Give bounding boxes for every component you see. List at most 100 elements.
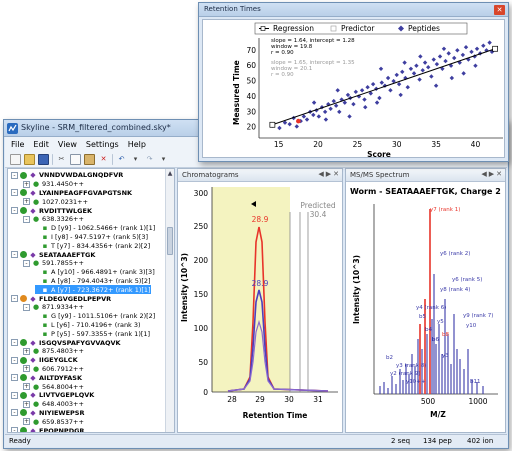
scroll-up-icon[interactable]: ▲ <box>166 169 174 178</box>
sequence-tree[interactable]: - ◆ VNNDVWDALGNQDFVR + ● 931.4450++ - ◆ LYAINPEA… <box>7 168 175 433</box>
tree-transition-node[interactable]: ▪ P [y5] - 597.3355+ (rank 1)[1] <box>35 329 150 338</box>
collapse-icon[interactable]: - <box>11 295 18 303</box>
pane-prev-icon[interactable]: ◀ <box>481 170 486 178</box>
tree-precursor-node[interactable]: - ● 638.3326++ <box>23 215 84 224</box>
peptide-point <box>335 88 340 93</box>
tree-precursor-node[interactable]: + ● 1027.0231++ <box>23 197 88 206</box>
tree-peptide-node[interactable]: - ◆ FLDEGVGEDLPEPVR <box>11 294 111 303</box>
expand-icon[interactable]: + <box>23 347 30 355</box>
tree-precursor-node[interactable]: + ● 659.8537++ <box>23 417 84 426</box>
undo-icon[interactable]: ↶ <box>116 154 127 165</box>
cut-icon[interactable]: ✂ <box>56 154 67 165</box>
collapse-icon[interactable]: - <box>23 303 30 311</box>
peptide-point <box>429 74 434 79</box>
expand-icon[interactable]: + <box>23 400 30 408</box>
tree-transition-node[interactable]: ▪ G [y9] - 1011.5106+ (rank 2)[2] <box>35 312 156 321</box>
rt-plot-area[interactable]: Regression Predictor Peptides slope = 1.… <box>202 19 505 159</box>
transition-icon: ▪ <box>42 241 48 250</box>
tree-transition-node[interactable]: ▪ L [y6] - 710.4196+ (rank 3) <box>35 321 141 330</box>
rt-peptide-points <box>270 40 495 131</box>
tree-transition-node[interactable]: ▪ I [y8] - 947.5197+ (rank 5)[3] <box>35 233 148 242</box>
menu-edit[interactable]: Edit <box>33 140 49 149</box>
save-icon[interactable] <box>38 153 49 165</box>
collapse-icon[interactable]: - <box>11 356 18 364</box>
redo-icon[interactable]: ↷ <box>144 154 155 165</box>
scroll-thumb[interactable] <box>167 227 173 255</box>
tree-peptide-node[interactable]: - ◆ LYAINPEAGFFGVAPGTSNK <box>11 189 132 198</box>
menu-file[interactable]: File <box>11 140 24 149</box>
new-document-icon[interactable] <box>10 153 21 165</box>
peak-label-blue: 28.9 <box>252 279 269 288</box>
collapse-icon[interactable]: - <box>11 427 18 432</box>
tree-peptide-node[interactable]: - ◆ AILTDYFASK <box>11 373 82 382</box>
chromatogram-header: Chromatograms ◀ ▶ ✕ <box>178 169 342 182</box>
tree-precursor-node[interactable]: + ● 606.7912++ <box>23 365 84 374</box>
tree-peptide-node[interactable]: - ◆ ISGQVSPAFYGVVAQVK <box>11 338 121 347</box>
expand-icon[interactable]: + <box>23 365 30 373</box>
tree-node-label: A [y10] - 966.4891+ (rank 3)[3] <box>51 268 155 277</box>
chromatogram-pane[interactable]: Chromatograms ◀ ▶ ✕ 300 250 200 150 100 … <box>177 168 343 433</box>
peptide-status-icon <box>20 427 27 432</box>
collapse-icon[interactable]: - <box>11 207 18 215</box>
collapse-icon[interactable]: - <box>23 259 30 267</box>
menu-view[interactable]: View <box>58 140 77 149</box>
paste-icon[interactable] <box>84 153 95 165</box>
collapse-icon[interactable]: - <box>11 251 18 259</box>
rt-title-bar[interactable]: Retention Times ✕ <box>199 3 508 17</box>
collapse-icon[interactable]: - <box>11 339 18 347</box>
collapse-icon[interactable]: - <box>11 409 18 417</box>
peptide-point <box>443 58 448 64</box>
tree-transition-node[interactable]: ▪ A [y8] - 794.4043+ (rank 5)[2] <box>35 277 151 286</box>
expand-icon[interactable]: + <box>23 180 30 188</box>
menu-help[interactable]: Help <box>128 140 146 149</box>
separator-icon <box>52 153 53 165</box>
tree-transition-node[interactable]: ▪ D [y9] - 1062.5466+ (rank 1)[1] <box>35 224 156 233</box>
rt-close-button[interactable]: ✕ <box>494 5 505 15</box>
delete-icon[interactable]: ✕ <box>98 154 109 165</box>
tree-transition-node[interactable]: ▪ A [y10] - 966.4891+ (rank 3)[3] <box>35 268 155 277</box>
pane-close-icon[interactable]: ✕ <box>496 170 502 178</box>
peptide-point <box>362 97 367 102</box>
rt-x-ticks: 15 20 25 30 35 40 <box>274 140 481 149</box>
tree-node-label: LIVTVGEPLQVK <box>39 391 95 400</box>
tree-precursor-node[interactable]: + ● 564.8004++ <box>23 382 84 391</box>
tree-peptide-node[interactable]: - ◆ SEATAAAEFTGK <box>11 250 95 259</box>
pane-prev-icon[interactable]: ◀ <box>318 170 323 178</box>
pane-next-icon[interactable]: ▶ <box>489 170 494 178</box>
tree-node-label: 591.7855++ <box>42 259 84 268</box>
expand-icon[interactable]: + <box>23 418 30 426</box>
tree-node-label: A [y7] - 723.3672+ (rank 1)[1] <box>51 285 151 294</box>
tree-peptide-node[interactable]: - ◆ VNNDVWDALGNQDFVR <box>11 171 123 180</box>
tree-precursor-node[interactable]: - ● 591.7855++ <box>23 259 84 268</box>
expand-icon[interactable]: + <box>23 198 30 206</box>
tree-peptide-node[interactable]: - ◆ NIYIEWEPSR <box>11 409 84 418</box>
x-ticks: 28 29 30 31 <box>227 395 323 404</box>
undo-dropdown-icon[interactable]: ▾ <box>130 154 141 165</box>
open-folder-icon[interactable] <box>24 153 35 165</box>
copy-icon[interactable] <box>70 153 81 165</box>
tree-transition-node[interactable]: ▪ A [y7] - 723.3672+ (rank 1)[1] <box>35 285 151 295</box>
tree-peptide-node[interactable]: - ◆ EPQPNPDGR <box>11 426 84 432</box>
tree-precursor-node[interactable]: - ● 871.9334++ <box>23 303 84 312</box>
tree-peptide-node[interactable]: - ◆ RVDITTWLGEK <box>11 206 92 215</box>
peptide-status-icon <box>20 207 27 215</box>
tree-precursor-node[interactable]: + ● 931.4450++ <box>23 180 84 189</box>
pane-close-icon[interactable]: ✕ <box>333 170 339 178</box>
tree-peptide-node[interactable]: - ◆ IIGEYGLCK <box>11 356 78 365</box>
pane-next-icon[interactable]: ▶ <box>326 170 331 178</box>
transition-icon: ▪ <box>42 232 48 241</box>
tree-precursor-node[interactable]: + ● 648.4003++ <box>23 400 84 409</box>
tree-transition-node[interactable]: ▪ T [y7] - 834.4356+ (rank 2)[2] <box>35 241 151 250</box>
collapse-icon[interactable]: - <box>11 391 18 399</box>
redo-dropdown-icon[interactable]: ▾ <box>158 154 169 165</box>
collapse-icon[interactable]: - <box>11 171 18 179</box>
menu-settings[interactable]: Settings <box>86 140 119 149</box>
spectrum-pane[interactable]: MS/MS Spectrum ◀ ▶ ✕ Worm - SEATAAAEFTGK… <box>345 168 506 433</box>
expand-icon[interactable]: + <box>23 383 30 391</box>
tree-peptide-node[interactable]: - ◆ LIVTVGEPLQVK <box>11 391 94 400</box>
tree-precursor-node[interactable]: + ● 875.4803++ <box>23 347 84 356</box>
collapse-icon[interactable]: - <box>11 189 18 197</box>
tree-scrollbar[interactable]: ▲ <box>165 169 174 432</box>
collapse-icon[interactable]: - <box>11 374 18 382</box>
collapse-icon[interactable]: - <box>23 215 30 223</box>
